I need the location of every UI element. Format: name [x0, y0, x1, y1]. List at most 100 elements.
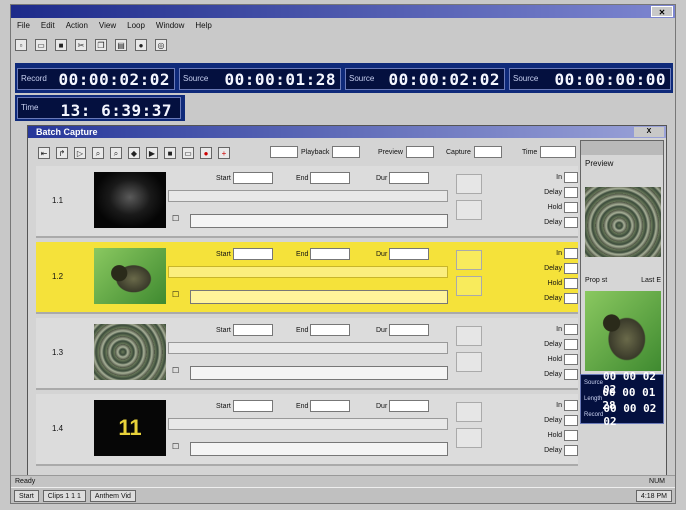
dur-input[interactable]	[389, 172, 430, 184]
playback-input[interactable]	[332, 146, 361, 158]
clip-action-button[interactable]	[456, 402, 482, 422]
taskbar-item[interactable]: Anthem Vid	[89, 489, 136, 502]
delay-input[interactable]	[564, 217, 578, 228]
clip-action-button[interactable]	[456, 428, 482, 448]
clip-name-field[interactable]	[168, 342, 448, 354]
capture-input[interactable]	[473, 146, 502, 158]
preview-tab[interactable]	[581, 141, 663, 155]
start-label: Start	[216, 402, 231, 410]
delay-input[interactable]	[564, 339, 578, 350]
end-input[interactable]	[310, 324, 351, 336]
find-icon[interactable]: ⌕	[92, 147, 104, 159]
append-icon[interactable]: ▷	[74, 147, 86, 159]
clip-row[interactable]: 1.4 11 Start End Dur ☐ In Delay Hold Del…	[36, 394, 578, 466]
clip-checkbox[interactable]: ☐	[172, 442, 179, 451]
timecode-label: Source	[513, 74, 539, 83]
clip-action-button[interactable]	[456, 250, 482, 270]
hold-input[interactable]	[564, 430, 578, 441]
start-input[interactable]	[232, 248, 273, 260]
close-icon[interactable]: ✕	[651, 6, 673, 17]
menu-loop[interactable]: Loop	[127, 19, 145, 32]
in-input[interactable]	[564, 172, 578, 183]
clip-comment-field[interactable]	[190, 442, 448, 456]
menu-file[interactable]: File	[17, 19, 30, 32]
record-icon[interactable]: ●	[200, 147, 212, 159]
delay-input[interactable]	[564, 293, 578, 304]
clip-timing: In Delay Hold Delay	[528, 398, 578, 458]
menu-edit[interactable]: Edit	[41, 19, 55, 32]
first-icon[interactable]: ⇤	[38, 147, 50, 159]
menu-action[interactable]: Action	[66, 19, 88, 32]
start-input[interactable]	[232, 172, 273, 184]
mode-button[interactable]	[270, 146, 298, 158]
clip-comment-field[interactable]	[190, 214, 448, 228]
cut-icon[interactable]: ✂	[75, 39, 87, 51]
hold-input[interactable]	[564, 202, 578, 213]
paste-icon[interactable]: ▤	[115, 39, 127, 51]
delete-icon[interactable]: ●	[135, 39, 147, 51]
clip-row[interactable]: 1.3 Start End Dur ☐ In Delay Hold Delay	[36, 318, 578, 390]
clip-number: 1.4	[52, 424, 64, 433]
open-icon[interactable]: ▭	[35, 39, 47, 51]
in-input[interactable]	[564, 324, 578, 335]
taskbar-item[interactable]: Clips 1 1 1	[42, 489, 86, 502]
time-input[interactable]	[540, 146, 577, 158]
clip-checkbox[interactable]: ☐	[172, 214, 179, 223]
capture-label: Capture	[446, 148, 471, 156]
menu-view[interactable]: View	[99, 19, 116, 32]
mark-icon[interactable]: ◆	[128, 147, 140, 159]
clip-row-selected[interactable]: 1.2 Start End Dur ☐ In Delay Hold Delay	[36, 242, 578, 314]
start-input[interactable]	[232, 400, 273, 412]
start-button[interactable]: Start	[14, 489, 39, 502]
clip-comment-field[interactable]	[190, 290, 448, 304]
clip-action-button[interactable]	[456, 200, 482, 220]
main-toolbar: ▫ ▭ ■ ✂ ❐ ▤ ● ◎	[15, 36, 167, 54]
timecode-bar: Record 00:00:02:02 Source 00:00:01:28 So…	[15, 63, 673, 93]
dialog-close-button[interactable]: X	[634, 127, 664, 137]
delay-input[interactable]	[564, 187, 578, 198]
clip-thumbnail	[94, 248, 166, 304]
preview-input[interactable]	[405, 146, 434, 158]
dur-field: Dur	[376, 400, 430, 412]
delay-input[interactable]	[564, 445, 578, 456]
end-input[interactable]	[310, 400, 351, 412]
find-next-icon[interactable]: ⌕	[110, 147, 122, 159]
delay-input[interactable]	[564, 263, 578, 274]
in-input[interactable]	[564, 248, 578, 259]
clip-name-field[interactable]	[168, 418, 448, 430]
clip-checkbox[interactable]: ☐	[172, 290, 179, 299]
menu-window[interactable]: Window	[156, 19, 184, 32]
title-bar: ✕	[11, 5, 675, 18]
dur-input[interactable]	[389, 324, 430, 336]
play-icon[interactable]: ▶	[146, 147, 158, 159]
start-input[interactable]	[232, 324, 273, 336]
clip-action-button[interactable]	[456, 276, 482, 296]
clip-name-field[interactable]	[168, 190, 448, 202]
end-input[interactable]	[310, 248, 351, 260]
clip-row[interactable]: 1.1 Start End Dur ☐ In Delay Hold Delay	[36, 166, 578, 238]
clip-comment-field[interactable]	[190, 366, 448, 380]
add-icon[interactable]: +	[218, 147, 230, 159]
dur-input[interactable]	[389, 400, 430, 412]
clip-action-button[interactable]	[456, 174, 482, 194]
menu-help[interactable]: Help	[195, 19, 211, 32]
stop-icon[interactable]: ■	[164, 147, 176, 159]
dur-input[interactable]	[389, 248, 430, 260]
end-input[interactable]	[310, 172, 351, 184]
timecode-source-2: Source 00:00:02:02	[345, 68, 505, 90]
copy-icon[interactable]: ❐	[95, 39, 107, 51]
clip-checkbox[interactable]: ☐	[172, 366, 179, 375]
save-icon[interactable]: ■	[55, 39, 67, 51]
delay-input[interactable]	[564, 415, 578, 426]
insert-icon[interactable]: ↱	[56, 147, 68, 159]
hold-input[interactable]	[564, 278, 578, 289]
delay-input[interactable]	[564, 369, 578, 380]
monitor-icon[interactable]: ▭	[182, 147, 194, 159]
clip-action-button[interactable]	[456, 352, 482, 372]
new-icon[interactable]: ▫	[15, 39, 27, 51]
clip-action-button[interactable]	[456, 326, 482, 346]
in-input[interactable]	[564, 400, 578, 411]
settings-icon[interactable]: ◎	[155, 39, 167, 51]
hold-input[interactable]	[564, 354, 578, 365]
clip-name-field[interactable]	[168, 266, 448, 278]
